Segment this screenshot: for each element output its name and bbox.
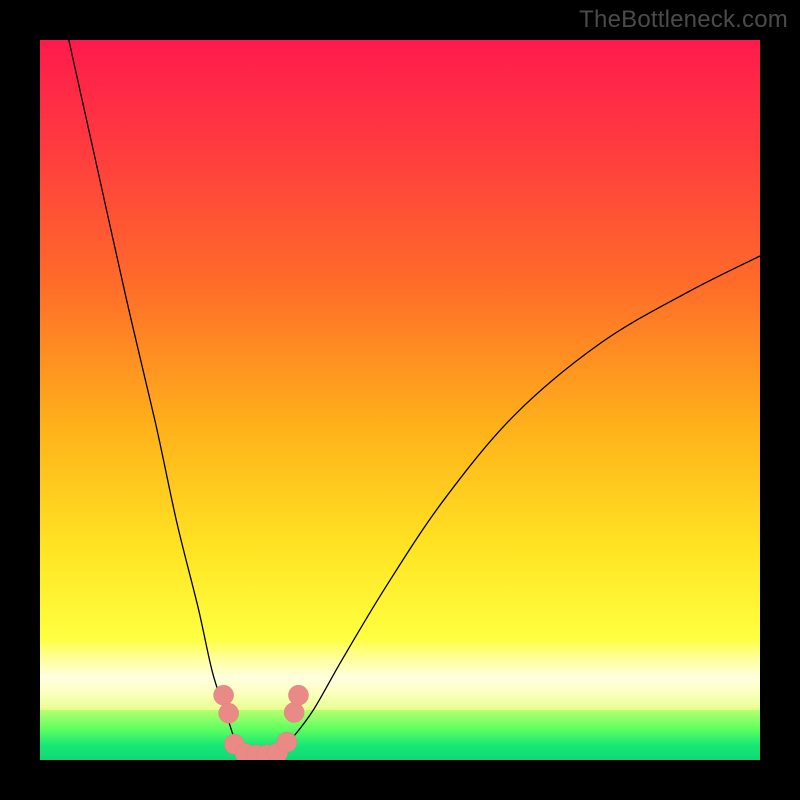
left-curve-path — [69, 40, 263, 756]
plot-area — [40, 40, 760, 760]
right-curve-path — [263, 256, 760, 756]
curve-marker — [214, 685, 234, 705]
watermark-text: TheBottleneck.com — [579, 6, 788, 34]
curve-marker — [288, 685, 308, 705]
marker-group — [214, 685, 309, 760]
chart-frame: TheBottleneck.com — [0, 0, 800, 800]
curve-marker — [277, 732, 297, 752]
curve-layer — [40, 40, 760, 760]
curve-marker — [219, 703, 239, 723]
curve-marker — [284, 702, 304, 722]
